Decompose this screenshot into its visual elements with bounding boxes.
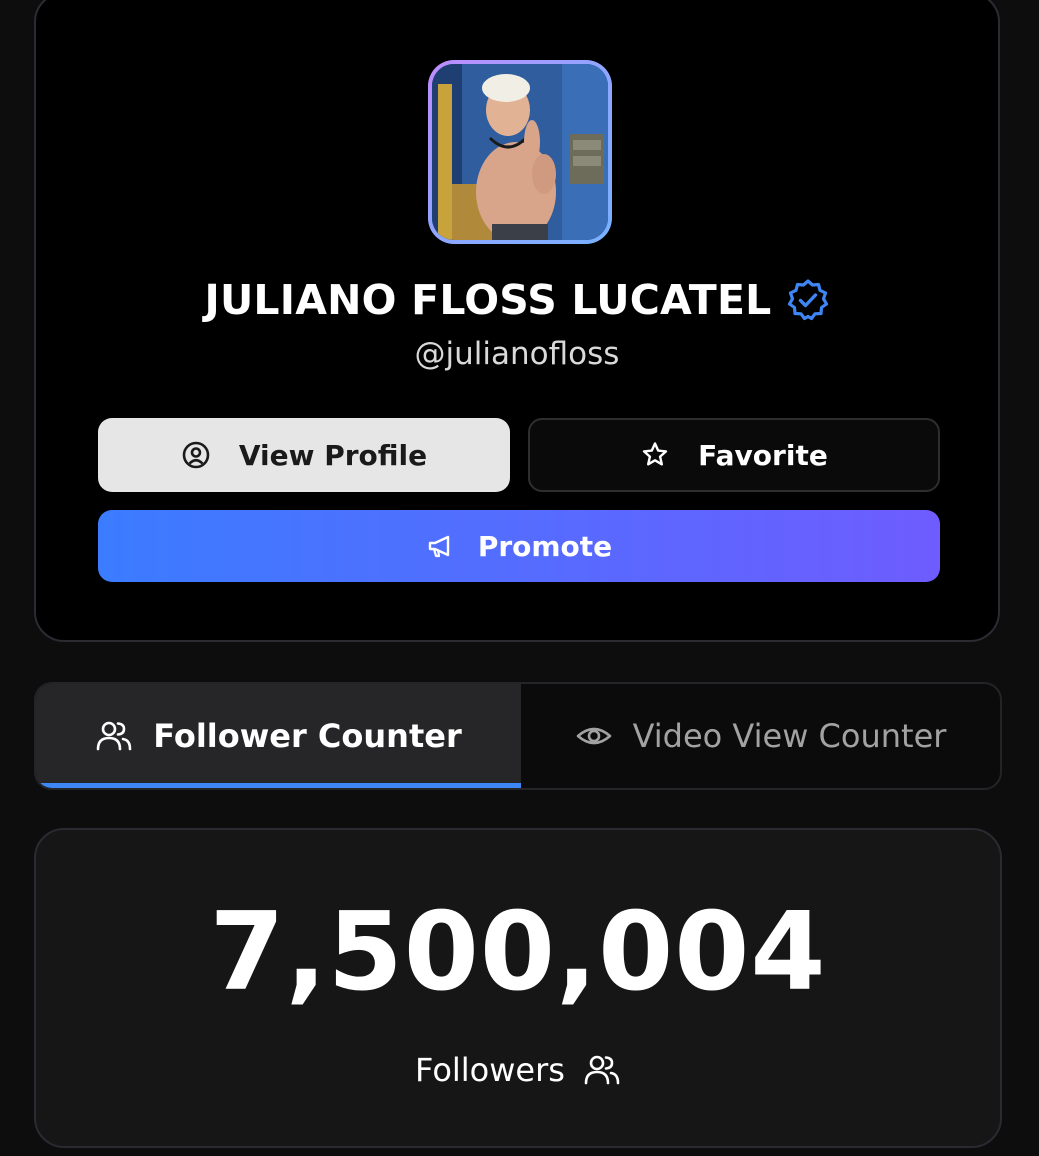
- verified-badge-icon: [786, 278, 830, 322]
- follower-count-label: Followers: [415, 1051, 565, 1089]
- favorite-label: Favorite: [698, 438, 828, 472]
- profile-handle: @julianofloss: [414, 336, 620, 372]
- tab-video-view-counter-label: Video View Counter: [632, 717, 947, 755]
- profile-name-row: JULIANO FLOSS LUCATEL: [36, 269, 998, 331]
- tab-follower-counter[interactable]: Follower Counter: [36, 684, 521, 788]
- view-profile-button[interactable]: View Profile: [98, 418, 510, 492]
- view-profile-label: View Profile: [238, 438, 428, 472]
- star-icon: [640, 440, 670, 470]
- follower-count-label-row: Followers: [36, 1048, 1000, 1092]
- profile-card: JULIANO FLOSS LUCATEL @julianofloss View…: [34, 0, 1000, 642]
- avatar-photo: [432, 64, 608, 240]
- tab-follower-counter-label: Follower Counter: [153, 717, 462, 755]
- tab-video-view-counter[interactable]: Video View Counter: [521, 684, 1000, 788]
- promote-button[interactable]: Promote: [98, 510, 940, 582]
- avatar[interactable]: [432, 64, 608, 240]
- avatar-frame: [428, 60, 612, 244]
- counter-tabs: Follower Counter Video View Counter: [34, 682, 1002, 790]
- eye-icon: [575, 717, 613, 755]
- profile-name: JULIANO FLOSS LUCATEL: [204, 276, 772, 324]
- user-circle-icon: [181, 440, 211, 470]
- favorite-button[interactable]: Favorite: [528, 418, 940, 492]
- follower-counter-card: 7,500,004 Followers: [34, 828, 1002, 1148]
- users-icon: [95, 717, 133, 755]
- megaphone-icon: [426, 531, 456, 561]
- promote-label: Promote: [477, 529, 613, 563]
- follower-count: 7,500,004: [209, 890, 827, 1015]
- users-icon: [583, 1051, 621, 1089]
